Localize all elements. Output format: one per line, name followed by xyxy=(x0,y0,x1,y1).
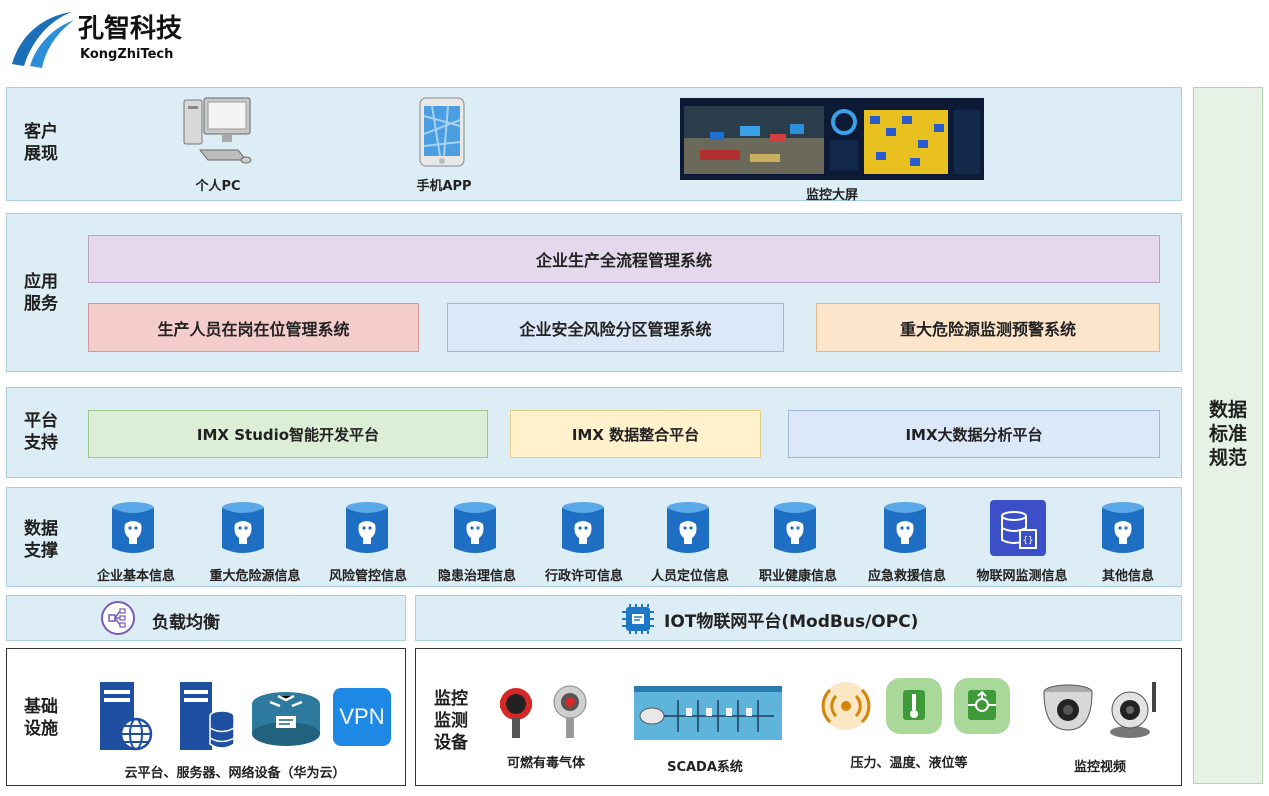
pressure-sensor-icon xyxy=(820,680,872,736)
platform-layer-label: 平台 支持 xyxy=(24,411,58,453)
infrastructure-label: 基础 设施 xyxy=(24,697,58,739)
platform-box-bigdata: IMX大数据分析平台 xyxy=(788,410,1160,458)
load-balancer-icon xyxy=(100,600,136,640)
data-item-label: 物联网监测信息 xyxy=(976,569,1068,584)
database-icon xyxy=(454,502,496,553)
gas-detector-icon xyxy=(496,682,596,746)
platform-box-studio: IMX Studio智能开发平台 xyxy=(88,410,488,458)
data-item-label: 企业基本信息 xyxy=(96,569,176,584)
database-icon xyxy=(667,502,709,553)
app-layer-label: 应用 服务 xyxy=(24,272,58,314)
platform-box-integration: IMX 数据整合平台 xyxy=(510,410,761,458)
data-standard-label: 数据 标准 规范 xyxy=(1208,399,1247,469)
client-item-screen-label: 监控大屏 xyxy=(805,188,858,203)
data-item-label: 人员定位信息 xyxy=(650,569,730,584)
client-layer-label: 客户 展现 xyxy=(24,122,58,164)
dashboard-screen-icon xyxy=(680,98,984,184)
data-item-label: 重大危险源信息 xyxy=(209,569,301,584)
brand-swoosh-icon xyxy=(12,12,74,68)
app-box-risk: 企业安全风险分区管理系统 xyxy=(447,303,784,352)
level-sensor-icon xyxy=(954,678,1010,738)
smartphone-icon xyxy=(418,96,466,172)
database-icon xyxy=(222,502,264,553)
app-box-hazard: 重大危险源监测预警系统 xyxy=(816,303,1160,352)
svg-text:{}: {} xyxy=(1023,536,1034,546)
temperature-sensor-icon xyxy=(886,678,942,738)
surveillance-camera-icon xyxy=(1042,680,1162,744)
brand-name-en: KongZhiTech xyxy=(80,47,174,62)
monitor-item-video: 监控视频 xyxy=(1073,760,1126,775)
data-item-label: 风险管控信息 xyxy=(328,569,408,584)
database-icon xyxy=(1102,502,1144,553)
client-item-pc-label: 个人PC xyxy=(195,179,241,194)
infrastructure-caption: 云平台、服务器、网络设备（华为云） xyxy=(124,766,346,781)
app-box-personnel: 生产人员在岗在位管理系统 xyxy=(88,303,419,352)
load-balancer-label: 负载均衡 xyxy=(152,613,220,633)
router-icon xyxy=(250,688,322,752)
iot-chip-icon xyxy=(620,602,656,640)
vpn-icon: VPN xyxy=(333,688,391,746)
iot-database-icon: {} xyxy=(990,500,1046,556)
data-item-label: 职业健康信息 xyxy=(758,569,838,584)
client-item-app-label: 手机APP xyxy=(416,179,472,194)
vpn-label: VPN xyxy=(339,704,385,729)
database-icon xyxy=(774,502,816,553)
data-layer-label: 数据 支撑 xyxy=(24,519,58,561)
app-top-box: 企业生产全流程管理系统 xyxy=(88,235,1160,283)
iot-platform-label: IOT物联网平台(ModBus/OPC) xyxy=(664,612,919,632)
database-icon xyxy=(346,502,388,553)
monitor-item-gas: 可燃有毒气体 xyxy=(506,756,585,771)
database-icon xyxy=(884,502,926,553)
monitor-item-sensors: 压力、温度、液位等 xyxy=(850,756,968,771)
monitoring-label: 监控 监测 设备 xyxy=(434,689,468,753)
data-item-label: 应急救援信息 xyxy=(867,569,947,584)
database-icon xyxy=(562,502,604,553)
brand-name-cn: 孔智科技 xyxy=(78,14,183,44)
data-item-label: 隐患治理信息 xyxy=(437,569,517,584)
database-server-icon xyxy=(178,680,236,756)
scada-screen-icon xyxy=(634,686,782,744)
monitor-item-scada: SCADA系统 xyxy=(667,760,743,775)
desktop-pc-icon xyxy=(180,94,256,172)
data-item-label: 行政许可信息 xyxy=(544,569,624,584)
cloud-server-icon xyxy=(98,680,156,756)
brand-logo xyxy=(6,6,76,70)
data-item-label: 其他信息 xyxy=(1101,569,1155,584)
database-icon xyxy=(112,502,154,553)
